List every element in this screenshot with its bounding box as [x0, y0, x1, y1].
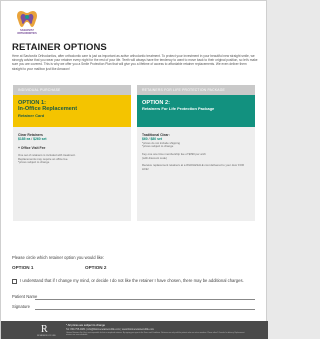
intro-paragraph: Here at Sashovitz Orthodontics, after or… [12, 54, 258, 71]
option-2-banner: OPTION 2: Retainers For Life Protection … [137, 95, 255, 127]
logo-text-line-2: ORTHODONTICS [17, 31, 37, 35]
option-1-details: Clear Retainers $185 ea / $260 set + Off… [13, 127, 131, 165]
footer-fine-print: Lifetime Retainers For Life is not respo… [66, 332, 245, 337]
tooth-logo-icon [17, 11, 37, 27]
option-1-banner: OPTION 1: In-Office Replacement Retainer… [13, 95, 131, 127]
patient-name-label: Patient Name [12, 294, 38, 299]
consent-checkbox[interactable] [12, 279, 17, 284]
option-2-name: Retainers For Life Protection Package [142, 106, 215, 112]
option-1-fine-print: *prices subject to change [18, 160, 50, 165]
signature-label: Signature [12, 304, 30, 309]
option-2-details: Traditional Clear: $60 / $80 set *prices… [137, 127, 255, 171]
footer-contact: Tel: 860-755-4984 | info@lifetimeretaine… [66, 328, 155, 331]
footer-logo-subtitle: RETAINERS FOR LIFE [37, 335, 56, 337]
option-1-column: INDIVIDUAL PURCHASE OPTION 1: In-Office … [13, 85, 131, 221]
footer-bar: R RETAINERS FOR LIFE * All prices are su… [1, 321, 268, 339]
page-title: RETAINER OPTIONS [12, 42, 107, 53]
option-2-header: RETAINERS FOR LIFE PROTECTION PACKAGE [137, 85, 255, 95]
delivery-note: Receive replacement retainers at a WHOLE… [142, 163, 244, 171]
retainer-options-form: SASHOVITZ ORTHODONTICS RETAINER OPTIONS … [0, 0, 268, 339]
option-1-price-set: $260 set [33, 137, 47, 142]
consent-text: I understand that if I change my mind, o… [20, 278, 244, 283]
footer-logo-mark: R [41, 324, 48, 335]
option-1-choice[interactable]: OPTION 1 [12, 265, 33, 270]
option-2-choice[interactable]: OPTION 2 [85, 265, 106, 270]
practice-logo: SASHOVITZ ORTHODONTICS [12, 8, 42, 38]
option-1-price-each: $185 ea [18, 137, 31, 142]
circle-option-prompt: Please circle which retainer option you … [12, 255, 105, 260]
option-1-subtitle: Retainer Card [18, 112, 45, 118]
footer-price-note: * All prices are subject to change [66, 324, 105, 327]
signature-field[interactable] [35, 309, 255, 310]
option-2-column: RETAINERS FOR LIFE PROTECTION PACKAGE OP… [137, 85, 255, 221]
option-1-header: INDIVIDUAL PURCHASE [13, 85, 131, 95]
patient-name-field[interactable] [35, 299, 255, 300]
